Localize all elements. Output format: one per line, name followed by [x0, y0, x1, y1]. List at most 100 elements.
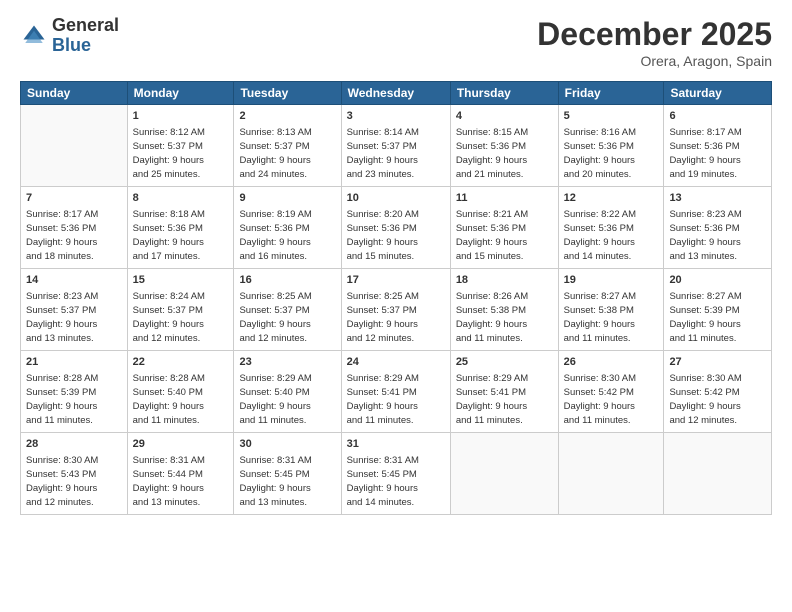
page: General Blue December 2025 Orera, Aragon… [0, 0, 792, 612]
calendar: SundayMondayTuesdayWednesdayThursdayFrid… [20, 81, 772, 515]
day-cell: 10 Sunrise: 8:20 AM Sunset: 5:36 PM Dayli… [341, 187, 450, 269]
day-number: 28 [26, 437, 122, 452]
day-number: 7 [26, 191, 122, 206]
day-cell: 8Sunrise: 8:18 AM Sunset: 5:36 PM Daylig… [127, 187, 234, 269]
day-cell: 5 Sunrise: 8:16 AM Sunset: 5:36 PM Daylig… [558, 105, 664, 187]
calendar-week-row: 14 Sunrise: 8:23 AM Sunset: 5:37 PM Dayli… [21, 269, 772, 351]
header: General Blue December 2025 Orera, Aragon… [20, 16, 772, 69]
calendar-header: SundayMondayTuesdayWednesdayThursdayFrid… [21, 82, 772, 105]
logo-icon [20, 22, 48, 50]
day-number: 18 [456, 273, 553, 288]
day-cell: 18 Sunrise: 8:26 AM Sunset: 5:38 PM Dayli… [450, 269, 558, 351]
day-cell: 15Sunrise: 8:24 AM Sunset: 5:37 PM Dayli… [127, 269, 234, 351]
day-number: 19 [564, 273, 659, 288]
day-number: 3 [347, 109, 445, 124]
day-number: 27 [669, 355, 766, 370]
day-info: Sunrise: 8:23 AM Sunset: 5:36 PM Dayligh… [669, 208, 766, 263]
day-number: 21 [26, 355, 122, 370]
day-info: Sunrise: 8:20 AM Sunset: 5:36 PM Dayligh… [347, 208, 445, 263]
day-info: Sunrise: 8:30 AM Sunset: 5:42 PM Dayligh… [564, 372, 659, 427]
day-info: Sunrise: 8:16 AM Sunset: 5:36 PM Dayligh… [564, 126, 659, 181]
empty-cell [664, 433, 772, 515]
day-cell: 25 Sunrise: 8:29 AM Sunset: 5:41 PM Dayli… [450, 351, 558, 433]
day-info: Sunrise: 8:23 AM Sunset: 5:37 PM Dayligh… [26, 290, 122, 345]
title-block: December 2025 Orera, Aragon, Spain [537, 16, 772, 69]
day-info: Sunrise: 8:31 AM Sunset: 5:45 PM Dayligh… [239, 454, 335, 509]
day-info: Sunrise: 8:28 AM Sunset: 5:39 PM Dayligh… [26, 372, 122, 427]
day-number: 24 [347, 355, 445, 370]
location: Orera, Aragon, Spain [537, 53, 772, 69]
day-cell: 31 Sunrise: 8:31 AM Sunset: 5:45 PM Dayli… [341, 433, 450, 515]
day-info: Sunrise: 8:30 AM Sunset: 5:42 PM Dayligh… [669, 372, 766, 427]
day-cell: 9 Sunrise: 8:19 AM Sunset: 5:36 PM Daylig… [234, 187, 341, 269]
day-info: Sunrise: 8:25 AM Sunset: 5:37 PM Dayligh… [347, 290, 445, 345]
day-cell: 19 Sunrise: 8:27 AM Sunset: 5:38 PM Dayli… [558, 269, 664, 351]
day-info: Sunrise: 8:26 AM Sunset: 5:38 PM Dayligh… [456, 290, 553, 345]
day-info: Sunrise: 8:31 AM Sunset: 5:44 PM Dayligh… [133, 454, 229, 509]
day-info: Sunrise: 8:22 AM Sunset: 5:36 PM Dayligh… [564, 208, 659, 263]
day-number: 30 [239, 437, 335, 452]
day-cell: 20 Sunrise: 8:27 AM Sunset: 5:39 PM Dayli… [664, 269, 772, 351]
day-info: Sunrise: 8:21 AM Sunset: 5:36 PM Dayligh… [456, 208, 553, 263]
day-number: 31 [347, 437, 445, 452]
day-info: Sunrise: 8:30 AM Sunset: 5:43 PM Dayligh… [26, 454, 122, 509]
weekday-header: Wednesday [341, 82, 450, 105]
day-cell: 30 Sunrise: 8:31 AM Sunset: 5:45 PM Dayli… [234, 433, 341, 515]
day-number: 26 [564, 355, 659, 370]
day-number: 4 [456, 109, 553, 124]
day-info: Sunrise: 8:29 AM Sunset: 5:40 PM Dayligh… [239, 372, 335, 427]
day-number: 5 [564, 109, 659, 124]
day-number: 6 [669, 109, 766, 124]
day-info: Sunrise: 8:27 AM Sunset: 5:39 PM Dayligh… [669, 290, 766, 345]
day-info: Sunrise: 8:27 AM Sunset: 5:38 PM Dayligh… [564, 290, 659, 345]
day-cell: 29Sunrise: 8:31 AM Sunset: 5:44 PM Dayli… [127, 433, 234, 515]
day-cell: 21 Sunrise: 8:28 AM Sunset: 5:39 PM Dayli… [21, 351, 128, 433]
day-cell: 27 Sunrise: 8:30 AM Sunset: 5:42 PM Dayli… [664, 351, 772, 433]
day-number: 9 [239, 191, 335, 206]
logo: General Blue [20, 16, 119, 56]
empty-cell [450, 433, 558, 515]
day-number: 13 [669, 191, 766, 206]
day-cell: 4Sunrise: 8:15 AM Sunset: 5:36 PM Daylig… [450, 105, 558, 187]
day-info: Sunrise: 8:31 AM Sunset: 5:45 PM Dayligh… [347, 454, 445, 509]
day-cell: 16 Sunrise: 8:25 AM Sunset: 5:37 PM Dayli… [234, 269, 341, 351]
calendar-week-row: 7 Sunrise: 8:17 AM Sunset: 5:36 PM Daylig… [21, 187, 772, 269]
day-cell: 12 Sunrise: 8:22 AM Sunset: 5:36 PM Dayli… [558, 187, 664, 269]
day-number: 23 [239, 355, 335, 370]
day-cell: 24 Sunrise: 8:29 AM Sunset: 5:41 PM Dayli… [341, 351, 450, 433]
day-cell: 14 Sunrise: 8:23 AM Sunset: 5:37 PM Dayli… [21, 269, 128, 351]
day-number: 12 [564, 191, 659, 206]
day-info: Sunrise: 8:17 AM Sunset: 5:36 PM Dayligh… [26, 208, 122, 263]
day-number: 14 [26, 273, 122, 288]
day-cell: 3 Sunrise: 8:14 AM Sunset: 5:37 PM Daylig… [341, 105, 450, 187]
day-info: Sunrise: 8:12 AM Sunset: 5:37 PM Dayligh… [133, 126, 229, 181]
day-cell: 26 Sunrise: 8:30 AM Sunset: 5:42 PM Dayli… [558, 351, 664, 433]
calendar-week-row: 1 Sunrise: 8:12 AM Sunset: 5:37 PM Daylig… [21, 105, 772, 187]
day-info: Sunrise: 8:14 AM Sunset: 5:37 PM Dayligh… [347, 126, 445, 181]
day-cell: 28 Sunrise: 8:30 AM Sunset: 5:43 PM Dayli… [21, 433, 128, 515]
day-number: 20 [669, 273, 766, 288]
day-number: 11 [456, 191, 553, 206]
weekday-header: Thursday [450, 82, 558, 105]
day-number: 2 [239, 109, 335, 124]
calendar-week-row: 28 Sunrise: 8:30 AM Sunset: 5:43 PM Dayli… [21, 433, 772, 515]
weekday-header: Saturday [664, 82, 772, 105]
day-number: 25 [456, 355, 553, 370]
day-number: 10 [347, 191, 445, 206]
day-cell: 6 Sunrise: 8:17 AM Sunset: 5:36 PM Daylig… [664, 105, 772, 187]
weekday-header: Monday [127, 82, 234, 105]
day-info: Sunrise: 8:19 AM Sunset: 5:36 PM Dayligh… [239, 208, 335, 263]
day-number: 17 [347, 273, 445, 288]
empty-cell [558, 433, 664, 515]
day-number: 1 [133, 109, 229, 124]
day-info: Sunrise: 8:29 AM Sunset: 5:41 PM Dayligh… [347, 372, 445, 427]
day-info: Sunrise: 8:29 AM Sunset: 5:41 PM Dayligh… [456, 372, 553, 427]
day-info: Sunrise: 8:17 AM Sunset: 5:36 PM Dayligh… [669, 126, 766, 181]
day-number: 8 [133, 191, 229, 206]
day-number: 16 [239, 273, 335, 288]
day-cell: 13 Sunrise: 8:23 AM Sunset: 5:36 PM Dayli… [664, 187, 772, 269]
weekday-header: Friday [558, 82, 664, 105]
day-info: Sunrise: 8:25 AM Sunset: 5:37 PM Dayligh… [239, 290, 335, 345]
logo-general: General [52, 16, 119, 36]
day-number: 22 [133, 355, 229, 370]
